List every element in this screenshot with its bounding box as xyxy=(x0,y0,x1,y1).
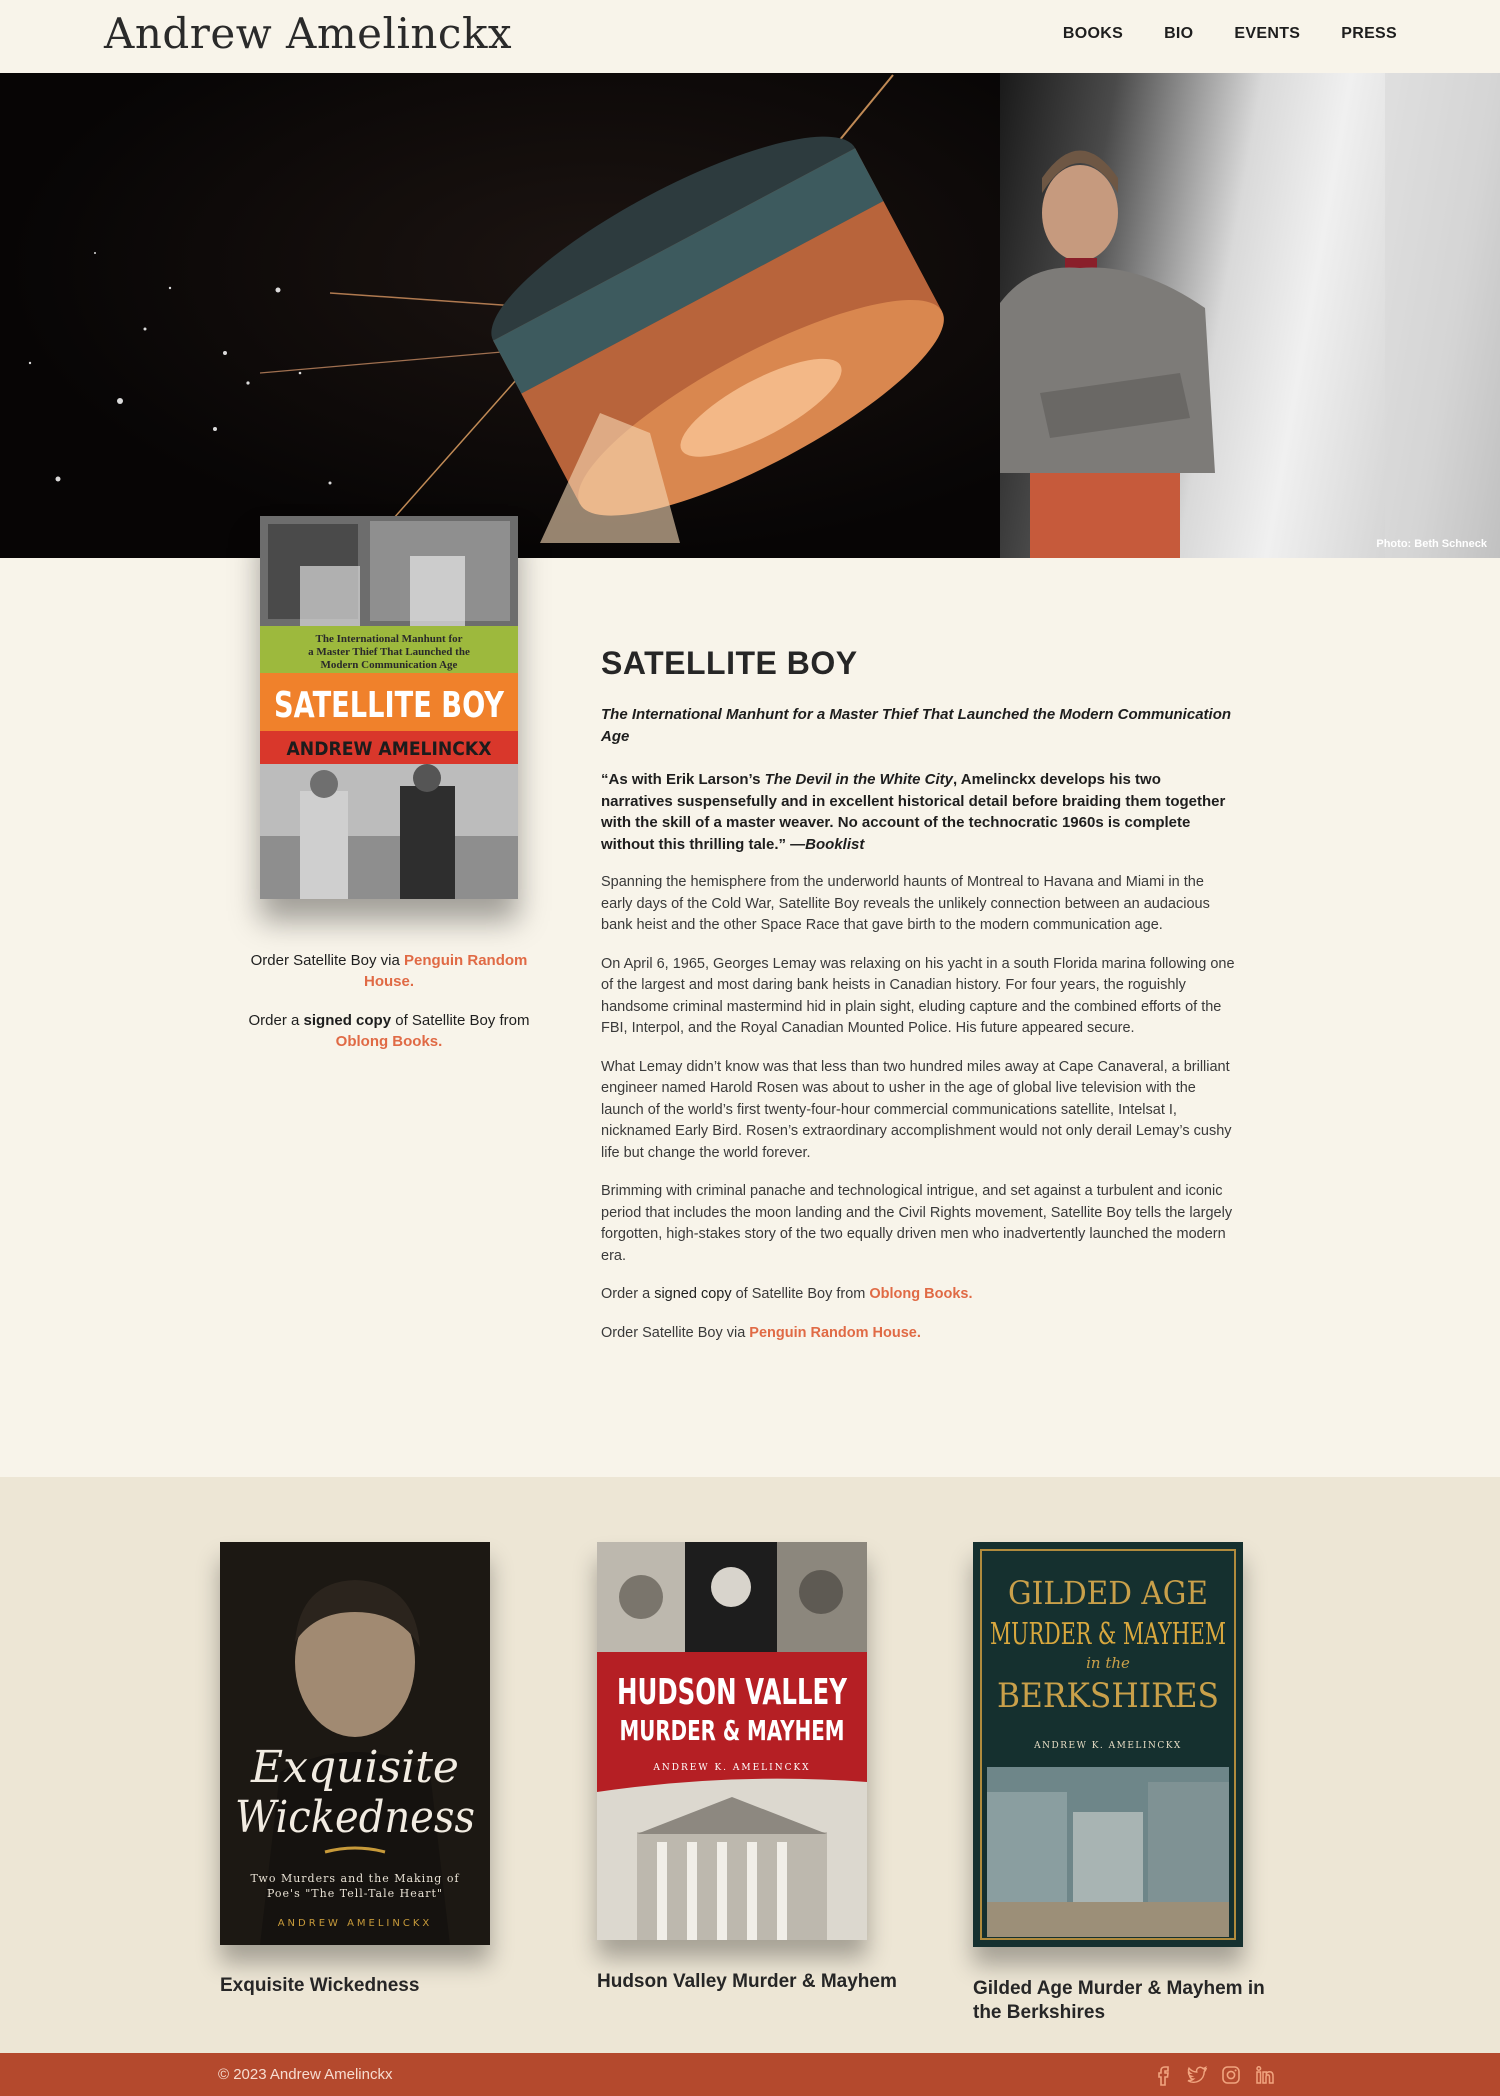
social-links xyxy=(1152,2064,1276,2086)
book-subtitle: The International Manhunt for a Master T… xyxy=(601,706,1232,745)
cover-title-line-2: MURDER & MAYHEM xyxy=(620,1714,845,1747)
description-paragraph: Spanning the hemisphere from the underwo… xyxy=(601,874,1210,933)
cover-author: ANDREW AMELINCKX xyxy=(278,1918,433,1929)
book-title[interactable]: Exquisite Wickedness xyxy=(220,1974,540,1998)
site-header: Andrew Amelinckx BOOKS BIO EVENTS PRESS xyxy=(0,0,1500,73)
oblong-books-link[interactable]: Oblong Books. xyxy=(336,1033,443,1050)
cover-title-line-2: MURDER & MAYHEM xyxy=(990,1617,1226,1652)
cover-tagline-3: Modern Communication Age xyxy=(321,659,458,671)
cover-tagline-2: a Master Thief That Launched the xyxy=(308,646,470,658)
nav-books[interactable]: BOOKS xyxy=(1063,25,1123,43)
order-signed-copy: Order a signed copy of Satellite Boy fro… xyxy=(248,1012,530,1050)
cover-title-line-1: HUDSON VALLEY xyxy=(617,1672,848,1713)
copyright: © 2023 Andrew Amelinckx xyxy=(218,2066,393,2083)
linkedin-icon[interactable] xyxy=(1254,2064,1276,2086)
cover-author: ANDREW K. AMELINCKX xyxy=(652,1763,810,1773)
nav-events[interactable]: EVENTS xyxy=(1234,25,1300,43)
book-title[interactable]: Gilded Age Murder & Mayhem in the Berksh… xyxy=(973,1977,1293,2025)
satellite-photo xyxy=(0,73,1000,558)
main-nav: BOOKS BIO EVENTS PRESS xyxy=(1022,25,1397,43)
book-description: SATELLITE BOY The International Manhunt … xyxy=(601,645,1236,1361)
twitter-icon[interactable] xyxy=(1186,2064,1208,2086)
author-portrait xyxy=(1000,73,1500,558)
cover-title-line-2: Wickedness xyxy=(235,1792,475,1843)
book-title: SATELLITE BOY xyxy=(601,645,858,681)
hero-banner: Photo: Beth Schneck xyxy=(0,73,1500,558)
site-footer: © 2023 Andrew Amelinckx xyxy=(0,2053,1500,2096)
satellite-boy-cover[interactable]: The International Manhunt for a Master T… xyxy=(260,516,518,899)
nav-press[interactable]: PRESS xyxy=(1341,25,1397,43)
cover-subtitle-line-2: Poe's "The Tell-Tale Heart" xyxy=(267,1887,443,1900)
nav-bio[interactable]: BIO xyxy=(1164,25,1193,43)
oblong-books-link-bottom[interactable]: Oblong Books. xyxy=(869,1286,972,1302)
order-via-penguin: Order Satellite Boy via Penguin Random H… xyxy=(250,952,528,990)
gilded-age-cover[interactable]: GILDED AGE MURDER & MAYHEM in the BERKSH… xyxy=(973,1542,1243,1947)
penguin-random-house-link-bottom[interactable]: Penguin Random House. xyxy=(749,1325,921,1341)
description-paragraph: On April 6, 1965, Georges Lemay was rela… xyxy=(601,955,1235,1037)
cover-title-line-1: GILDED AGE xyxy=(1008,1574,1208,1612)
order-via-penguin-bottom: Order Satellite Boy via Penguin Random H… xyxy=(601,1324,921,1341)
book-title[interactable]: Hudson Valley Murder & Mayhem xyxy=(597,1970,917,1994)
description-paragraph: Brimming with criminal panache and techn… xyxy=(601,1183,1233,1264)
other-books-section: Exquisite Wickedness Two Murders and the… xyxy=(0,1477,1500,2053)
site-title[interactable]: Andrew Amelinckx xyxy=(104,9,512,58)
cover-title-line-3: in the xyxy=(1086,1654,1130,1672)
exquisite-wickedness-cover[interactable]: Exquisite Wickedness Two Murders and the… xyxy=(220,1542,490,1945)
facebook-icon[interactable] xyxy=(1152,2064,1174,2086)
instagram-icon[interactable] xyxy=(1220,2064,1242,2086)
hudson-valley-cover[interactable]: HUDSON VALLEY MURDER & MAYHEM ANDREW K. … xyxy=(597,1542,867,1940)
photo-credit: Photo: Beth Schneck xyxy=(1376,538,1487,550)
cover-title-line-1: Exquisite xyxy=(250,1742,459,1793)
order-signed-copy-bottom: Order a signed copy of Satellite Boy fro… xyxy=(601,1286,973,1302)
cover-subtitle-line-1: Two Murders and the Making of xyxy=(250,1872,459,1885)
cover-title: SATELLITE BOY xyxy=(274,685,505,726)
cover-author: ANDREW K. AMELINCKX xyxy=(1033,1741,1182,1751)
cover-author: ANDREW AMELINCKX xyxy=(287,738,492,760)
description-paragraph: What Lemay didn’t know was that less tha… xyxy=(601,1058,1232,1161)
cover-title-line-4: BERKSHIRES xyxy=(997,1676,1219,1716)
order-links: Order Satellite Boy via Penguin Random H… xyxy=(238,950,540,1070)
review-quote: “As with Erik Larson’s The Devil in the … xyxy=(601,771,1226,853)
cover-tagline-1: The International Manhunt for xyxy=(316,633,463,645)
